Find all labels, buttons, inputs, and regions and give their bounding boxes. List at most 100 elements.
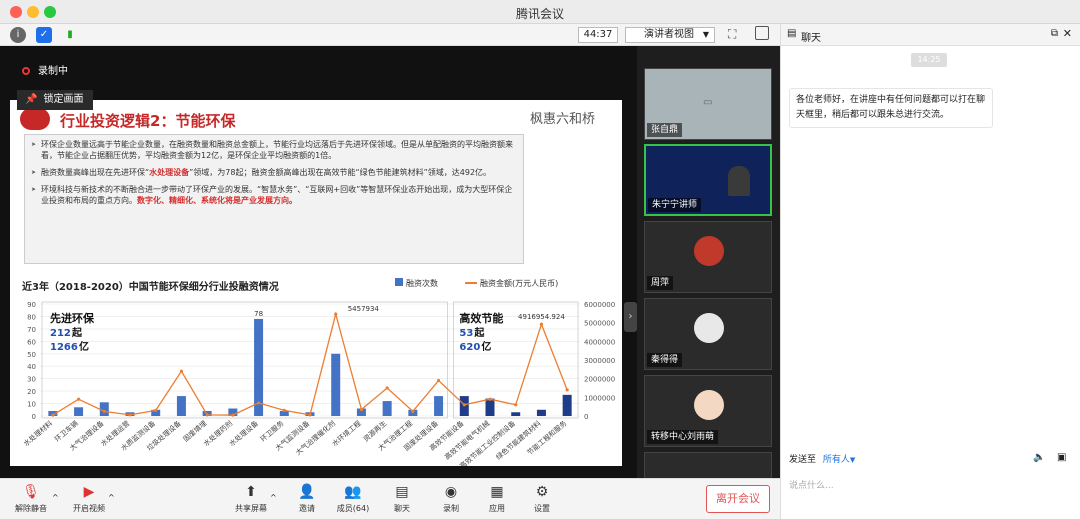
x-tick-label: 水处理设备 [227, 419, 260, 448]
title-bar: 腾讯会议 [0, 0, 1080, 24]
y2-tick-label: 6000000 [584, 301, 615, 309]
group-title: 先进环保 [50, 311, 95, 325]
mute-button[interactable]: 🎙 解除静音 [6, 483, 56, 514]
participant-tiles: ▭ 张自鼎 朱宁宁讲师 周萍 秦得得 转移中心刘雨萌 [637, 46, 780, 478]
shield-icon[interactable]: ✓ [36, 27, 52, 43]
fullscreen-icon[interactable]: ⛶ [728, 27, 736, 42]
view-mode-select[interactable]: 演讲者视图 ▼ [625, 27, 715, 43]
invite-label: 邀请 [299, 504, 315, 513]
data-label: 5457934 [348, 305, 380, 313]
y-tick-label: 30 [27, 376, 36, 384]
signal-icon[interactable]: ▮ [62, 27, 78, 43]
line-point [565, 388, 569, 392]
y2-tick-label: 3000000 [584, 357, 615, 365]
volume-icon[interactable]: 🔈 [1033, 452, 1045, 463]
leave-meeting-button[interactable]: 离开会议 [706, 485, 770, 513]
investment-chart: 0 10 20 30 40 50 60 70 80 90 0 1000000 2000000 300000… [22, 301, 616, 466]
add-user-icon: 👤 [298, 484, 316, 500]
gear-icon: ⚙ [535, 484, 549, 500]
y-tick-label: 0 [32, 413, 36, 421]
group-amount-unit: 亿 [79, 340, 89, 353]
data-label: 4916954.924 [518, 313, 565, 321]
chevron-down-icon: ▼ [702, 30, 709, 39]
chat-button[interactable]: ▤ 聊天 [377, 483, 427, 514]
record-icon: ◉ [444, 484, 458, 500]
chat-input[interactable]: 说点什么... [789, 478, 834, 491]
line-point [231, 413, 235, 417]
bar [74, 407, 84, 416]
chat-title: 聊天 [801, 33, 821, 44]
collapse-tiles-button[interactable]: › [624, 302, 637, 332]
legend-bar-swatch [395, 278, 403, 286]
line-point [539, 322, 544, 326]
video-button[interactable]: ▶ 开启视频 [64, 483, 114, 514]
x-tick-label: 水环境工程 [330, 419, 363, 448]
participant-tile[interactable]: 周萍 [644, 221, 772, 293]
x-tick-label: 水处理材料 [22, 419, 55, 448]
y2-tick-label: 4000000 [584, 338, 615, 346]
info-icon[interactable]: i [10, 27, 26, 43]
send-to-select[interactable]: 所有人 [823, 455, 850, 465]
chevron-down-icon: ▼ [849, 456, 856, 464]
close-icon[interactable]: ✕ [1063, 27, 1072, 40]
y2-tick-label: 1000000 [584, 394, 615, 402]
bar [536, 409, 546, 416]
y-tick-label: 10 [27, 401, 36, 409]
y2-tick-label: 0 [584, 413, 588, 421]
bullet-2-text-b: ”领域，为78起；融资金额高峰出现在高效节能“绿色节能建筑材料”领域，达492亿… [189, 168, 492, 177]
members-button[interactable]: 👥 成员(64) [328, 483, 378, 514]
y2-tick-label: 5000000 [584, 320, 615, 328]
line-point [334, 312, 338, 316]
presentation-slide: 行业投资逻辑2：节能环保 枫惠六和桥 环保企业数量远高于节能企业数量，在融资数量… [10, 100, 622, 466]
bullet-2-text-a: 融资数量高峰出现在先进环保“ [41, 168, 150, 177]
participant-tile[interactable]: ▭ 张自鼎 [644, 68, 772, 140]
record-button[interactable]: ◉ 录制 [426, 483, 476, 514]
lock-view-button[interactable]: 📌 锁定画面 [17, 90, 94, 110]
bullet-1: 环保企业数量远高于节能企业数量，在融资数量和融资总金额上，节能行业均远落后于先进… [31, 139, 515, 161]
chevron-up-icon[interactable]: ^ [52, 493, 59, 502]
participant-tile-active[interactable]: 朱宁宁讲师 [644, 144, 772, 216]
title-decoration [20, 108, 50, 130]
apps-button[interactable]: ▦ 应用 [472, 483, 522, 514]
data-label: 78 [254, 310, 263, 318]
line-point [282, 408, 286, 412]
y-tick-label: 50 [27, 351, 36, 359]
camera-off-icon: ▶ [83, 484, 95, 500]
pin-icon: 📌 [25, 94, 38, 105]
chevron-up-icon[interactable]: ^ [270, 493, 277, 502]
line-point [205, 413, 209, 417]
participant-tile[interactable]: 转移中心刘雨萌 [644, 375, 772, 447]
legend-line: 融资金额(万元人民币) [465, 278, 558, 289]
group-box-left [41, 301, 448, 419]
chat-message: 各位老师好，在讲座中有任何问题都可以打在聊天框里，稍后都可以跟朱总进行交流。 [789, 88, 993, 128]
legend-line-label: 融资金额(万元人民币) [480, 279, 559, 288]
line-point [436, 378, 441, 383]
share-label: 共享屏幕 [235, 504, 267, 513]
share-screen-button[interactable]: ⬆ 共享屏幕 [226, 483, 276, 514]
x-tick-label: 绿色节能建筑材料 [494, 419, 543, 462]
chat-label: 聊天 [394, 504, 410, 513]
image-icon[interactable]: ▣ [1057, 452, 1066, 463]
sidebar-toggle-icon[interactable] [755, 26, 769, 40]
participant-tile[interactable]: 秦得得 [644, 298, 772, 370]
recording-label: 录制中 [38, 66, 68, 77]
apps-grid-icon: ▦ [490, 484, 504, 500]
line-point [514, 403, 518, 407]
y2-tick-label: 2000000 [584, 376, 615, 384]
invite-button[interactable]: 👤 邀请 [282, 483, 332, 514]
settings-button[interactable]: ⚙ 设置 [517, 483, 567, 514]
line-point [154, 408, 158, 412]
line-point [462, 403, 466, 407]
record-dot-icon [22, 67, 30, 75]
bar [434, 396, 444, 416]
popout-icon[interactable]: ⧉ [1051, 28, 1058, 39]
speaker-video [728, 166, 750, 196]
participant-tile[interactable] [644, 452, 772, 478]
window-title: 腾讯会议 [515, 7, 564, 21]
group-count-unit: 起 [71, 326, 83, 339]
camera-off-icon: ▭ [703, 97, 713, 108]
avatar [694, 390, 724, 420]
view-mode-label: 演讲者视图 [644, 29, 694, 40]
group-amount: 1266 [50, 342, 78, 353]
chevron-up-icon[interactable]: ^ [108, 493, 115, 502]
